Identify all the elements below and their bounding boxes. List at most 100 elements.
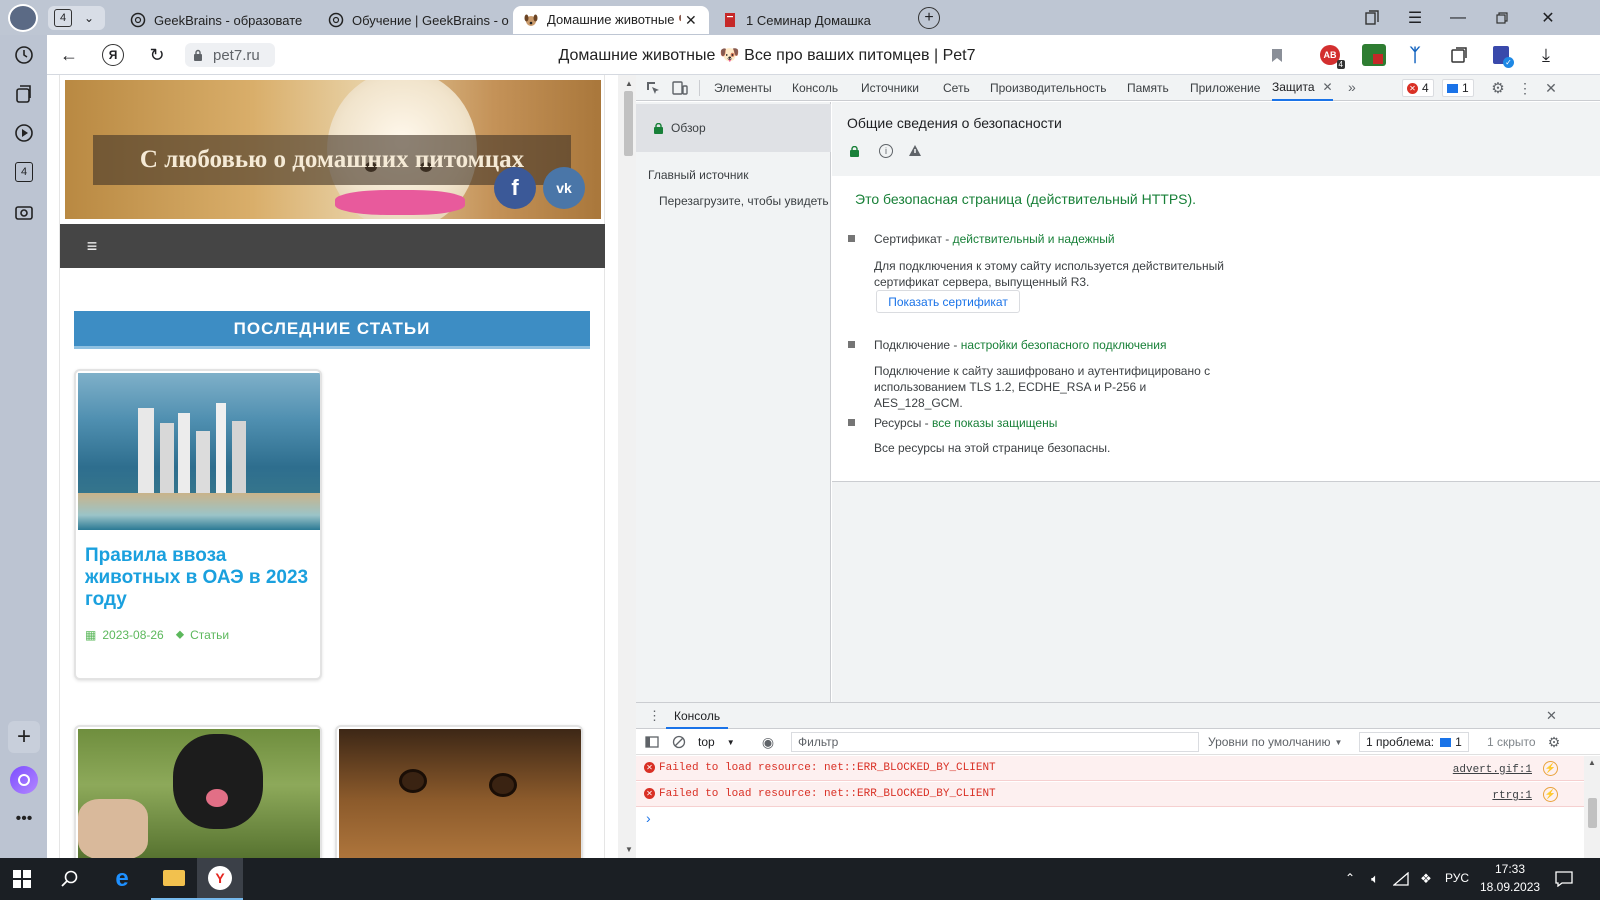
error-source-link[interactable]: advert.gif:1 bbox=[1453, 764, 1532, 776]
issues-button[interactable]: 1 проблема: 1 bbox=[1359, 732, 1469, 752]
minimize-button[interactable]: — bbox=[1448, 8, 1468, 28]
dropbox-icon[interactable]: ❖ bbox=[1417, 870, 1435, 888]
tab-counter-button[interactable]: 4 ⌄ bbox=[48, 6, 105, 30]
console-error-row[interactable]: ✕ Failed to load resource: net::ERR_BLOC… bbox=[636, 782, 1584, 807]
tab-geekbrains-learning[interactable]: Обучение | GeekBrains - о bbox=[318, 6, 513, 34]
more-tabs-icon[interactable]: » bbox=[1348, 79, 1356, 95]
close-devtools-icon[interactable]: ✕ bbox=[1542, 79, 1560, 97]
tab-memory[interactable]: Память bbox=[1127, 75, 1169, 101]
close-drawer-icon[interactable]: ✕ bbox=[1546, 708, 1557, 724]
screenshot-icon[interactable] bbox=[13, 201, 35, 223]
profile-avatar[interactable] bbox=[8, 4, 38, 32]
device-toolbar-icon[interactable] bbox=[671, 79, 689, 97]
error-source-link[interactable]: rtrg:1 bbox=[1492, 790, 1532, 802]
nav-overview[interactable]: Обзор bbox=[636, 104, 831, 152]
restore-button[interactable] bbox=[1492, 8, 1512, 28]
tab-network[interactable]: Сеть bbox=[943, 75, 970, 101]
article-card[interactable] bbox=[335, 725, 583, 858]
tab-homework[interactable]: 1 Семинар Домашка bbox=[712, 6, 902, 34]
eye-icon[interactable]: ◉ bbox=[758, 734, 778, 750]
settings-gear-icon[interactable]: ⚙ bbox=[1489, 79, 1507, 97]
edge-icon[interactable]: e bbox=[110, 865, 134, 892]
network-request-icon[interactable]: ⚡ bbox=[1543, 787, 1558, 802]
facebook-icon[interactable]: f bbox=[494, 167, 536, 209]
devtools-scroll-gutter[interactable]: ▲ ▼ bbox=[621, 75, 636, 858]
windows-start-icon[interactable] bbox=[12, 869, 32, 889]
close-icon[interactable]: ✕ bbox=[685, 12, 697, 29]
article-image-beagle[interactable] bbox=[339, 729, 581, 858]
menu-icon[interactable]: ☰ bbox=[1405, 8, 1425, 28]
search-icon[interactable] bbox=[60, 869, 80, 889]
error-message: Failed to load resource: net::ERR_BLOCKE… bbox=[659, 788, 996, 800]
kebab-menu-icon[interactable]: ⋮ bbox=[1516, 79, 1534, 97]
console-error-row[interactable]: ✕ Failed to load resource: net::ERR_BLOC… bbox=[636, 756, 1584, 781]
new-tab-button[interactable]: + bbox=[918, 7, 940, 29]
play-icon[interactable] bbox=[13, 122, 35, 144]
tab-elements[interactable]: Элементы bbox=[714, 75, 772, 101]
hamburger-menu-icon[interactable]: ≡ bbox=[82, 236, 102, 256]
screenshot-tool-icon[interactable] bbox=[1448, 44, 1470, 66]
drawer-menu-icon[interactable]: ⋮ bbox=[648, 708, 661, 724]
clear-console-icon[interactable] bbox=[671, 734, 687, 750]
scrollbar-thumb[interactable] bbox=[1588, 798, 1597, 828]
tab-sources[interactable]: Источники bbox=[861, 75, 919, 101]
tab-application[interactable]: Приложение bbox=[1190, 75, 1260, 101]
scrollbar-thumb[interactable] bbox=[624, 91, 633, 156]
drawer-tab-console[interactable]: Консоль bbox=[666, 703, 729, 729]
notifications-icon[interactable] bbox=[1554, 869, 1574, 889]
reload-icon[interactable]: ↻ bbox=[146, 44, 168, 66]
file-explorer-icon[interactable] bbox=[151, 858, 197, 900]
vk-icon[interactable]: vk bbox=[543, 167, 585, 209]
language-indicator[interactable]: РУС bbox=[1445, 871, 1469, 885]
back-arrow-icon[interactable]: ← bbox=[59, 45, 79, 65]
adblock-icon[interactable]: AB 4 bbox=[1317, 43, 1345, 69]
clock-time[interactable]: 17:33 bbox=[1480, 862, 1540, 876]
view-certificate-button[interactable]: Показать сертификат bbox=[876, 290, 1020, 313]
log-levels-select[interactable]: Уровни по умолчанию ▼ bbox=[1208, 733, 1342, 751]
chevron-up-icon[interactable]: ⌃ bbox=[1343, 871, 1357, 885]
yandex-icon[interactable]: Я bbox=[102, 44, 124, 66]
article-card[interactable]: Правила ввоза животных в ОАЭ в 2023 году… bbox=[74, 369, 322, 680]
console-scrollbar[interactable]: ▲ bbox=[1584, 756, 1600, 859]
browser-tab-bar: 4 ⌄ GeekBrains - образовате Обучение | G… bbox=[0, 0, 1600, 35]
bookmarks-icon[interactable] bbox=[1362, 8, 1382, 28]
console-filter-input[interactable]: Фильтр bbox=[791, 732, 1199, 752]
article-image-dog[interactable] bbox=[78, 729, 320, 858]
error-count-badge[interactable]: ✕ 4 bbox=[1402, 79, 1434, 97]
article-card[interactable] bbox=[74, 725, 322, 858]
extension-blue-icon[interactable]: ᛉ bbox=[1404, 44, 1426, 66]
resources-label: Ресурсы - bbox=[874, 416, 932, 430]
sidebar-toggle-icon[interactable] bbox=[644, 734, 660, 750]
clock-date[interactable]: 18.09.2023 bbox=[1480, 880, 1540, 894]
extension-check-icon[interactable]: ✓ bbox=[1490, 44, 1514, 68]
tab-performance[interactable]: Производительность bbox=[990, 75, 1106, 101]
article-image-dubai[interactable] bbox=[78, 373, 320, 530]
message-count-badge[interactable]: 1 bbox=[1442, 79, 1474, 97]
yandex-browser-icon[interactable]: Y bbox=[197, 858, 243, 900]
download-icon[interactable]: ⤓ bbox=[1535, 44, 1557, 66]
collections-icon[interactable] bbox=[13, 83, 35, 105]
network-request-icon[interactable]: ⚡ bbox=[1543, 761, 1558, 776]
more-icon[interactable]: ••• bbox=[12, 810, 36, 827]
inspect-element-icon[interactable] bbox=[644, 79, 662, 97]
extension-green-icon[interactable] bbox=[1362, 44, 1386, 66]
close-window-button[interactable]: ✕ bbox=[1538, 8, 1558, 28]
context-select[interactable]: top ▼ bbox=[698, 733, 735, 751]
tab-pet7[interactable]: Домашние животные 🐶 ✕ bbox=[513, 6, 709, 34]
history-icon[interactable] bbox=[13, 44, 35, 66]
alice-icon[interactable] bbox=[10, 766, 38, 794]
tab-console[interactable]: Консоль bbox=[792, 75, 838, 101]
tabs-count-icon[interactable]: 4 bbox=[13, 161, 35, 183]
bookmark-icon[interactable] bbox=[1267, 45, 1287, 65]
url-field[interactable]: pet7.ru bbox=[185, 43, 275, 67]
article-title-link[interactable]: Правила ввоза животных в ОАЭ в 2023 году bbox=[85, 545, 317, 611]
add-panel-button[interactable]: + bbox=[8, 721, 40, 753]
tab-geekbrains[interactable]: GeekBrains - образовате bbox=[120, 6, 320, 34]
network-icon[interactable] bbox=[1392, 870, 1410, 888]
console-settings-icon[interactable]: ⚙ bbox=[1546, 734, 1562, 750]
close-icon[interactable]: ✕ bbox=[1323, 80, 1333, 94]
article-category-link[interactable]: Статьи bbox=[190, 628, 229, 642]
tab-security[interactable]: Защита ✕ bbox=[1272, 75, 1333, 101]
console-prompt[interactable]: › bbox=[646, 810, 651, 826]
volume-icon[interactable]: 🔈︎ bbox=[1366, 870, 1384, 888]
